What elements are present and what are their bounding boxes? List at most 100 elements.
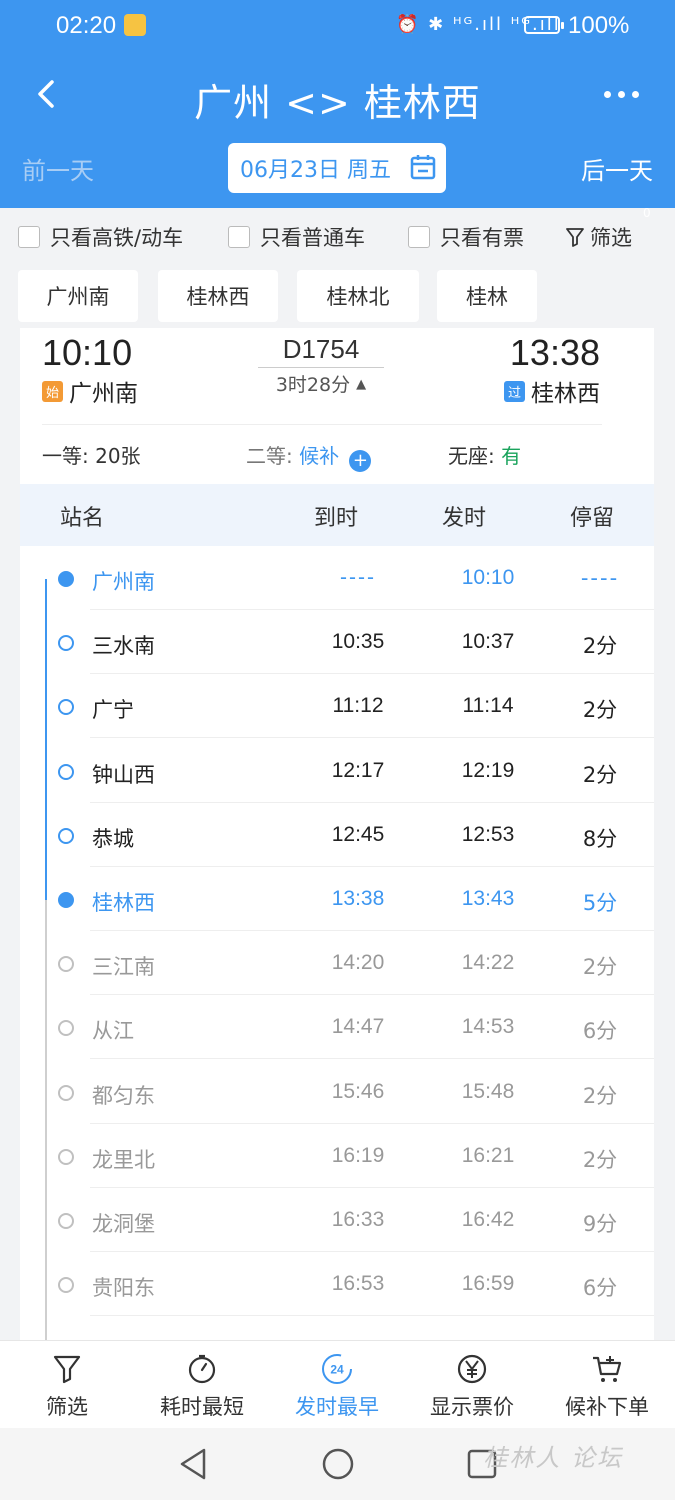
arrive-time: 15:46	[331, 1079, 385, 1103]
timetable-row: 三水南 10:35 10:37 2分	[20, 610, 654, 675]
arrive-time: 16:53	[331, 1272, 385, 1296]
back-triangle-icon[interactable]	[174, 1444, 214, 1484]
filter-button[interactable]: 筛选	[566, 222, 632, 252]
page-title: 广州 <> 桂林西	[194, 81, 481, 125]
arrival-station: 过 桂林西	[504, 374, 600, 408]
departure-time: 10:10	[42, 332, 133, 373]
timetable-row: 龙洞堡 16:33 16:42 9分	[20, 1188, 654, 1252]
station-tab[interactable]: 广州南	[18, 270, 138, 322]
only-regular-label: 只看普通车	[260, 226, 365, 250]
first-class-value: 20张	[95, 444, 141, 468]
filter-tab[interactable]: 筛选	[2, 1351, 132, 1421]
more-dot-icon	[631, 90, 639, 98]
stop-duration: 5分	[582, 891, 618, 915]
route-dot-icon	[58, 827, 74, 844]
route-dot-icon	[58, 571, 74, 587]
no-seat-value: 有	[501, 444, 522, 468]
arrive-time: 12:45	[331, 822, 385, 846]
arrive-time: 11:12	[332, 694, 384, 718]
route-line-remaining	[45, 900, 47, 1340]
second-class-label: 二等:	[246, 444, 293, 468]
departure-station: 始 广州南	[42, 374, 138, 408]
station-name: 三水南	[92, 634, 155, 659]
nav-bar: 广州 <> 桂林西	[0, 64, 675, 125]
waitlist-tab[interactable]: 候补下单	[542, 1351, 672, 1421]
timetable: 广州南 ---- 10:10 ---- 三水南 10:35 10:37 2分 广宁 11:12 11…	[20, 546, 654, 1340]
timetable-header: 站名 到时 发时 停留	[20, 484, 654, 546]
station-tab[interactable]: 桂林西	[158, 270, 278, 322]
depart-time: 14:22	[461, 951, 515, 975]
stop-duration: ----	[580, 566, 620, 590]
depart-time: 12:53	[461, 822, 515, 846]
clock-24-icon: 24	[322, 1354, 352, 1384]
only-available-label: 只看有票	[440, 226, 524, 250]
arrive-time: 16:19	[331, 1143, 385, 1167]
station-tab[interactable]: 桂林	[437, 270, 537, 322]
timetable-row: 广宁 11:12 11:14 2分	[20, 674, 654, 739]
station-name: 广宁	[92, 698, 134, 723]
divider	[42, 424, 602, 425]
shortest-tab[interactable]: 耗时最短	[137, 1351, 267, 1421]
shortest-tab-label: 耗时最短	[160, 1395, 244, 1419]
depart-time: 12:19	[461, 758, 515, 782]
bottom-bar: 筛选 耗时最短 24 发时最早 显示票价 候补下单	[0, 1340, 675, 1428]
stop-duration: 2分	[582, 1147, 618, 1172]
stop-duration: 9分	[582, 1212, 618, 1236]
route-dot-icon	[58, 1084, 74, 1101]
route-dot-icon	[58, 892, 74, 908]
route-dot-icon	[58, 699, 74, 716]
stop-duration: 8分	[582, 826, 618, 851]
show-price-tab[interactable]: 显示票价	[407, 1351, 537, 1421]
status-bar: 02:20 ⏰ ✱ ᴴᴳ.ıll ᴴᴳ.ıll 100%	[0, 8, 675, 44]
filter-tab-label: 筛选	[46, 1395, 88, 1419]
arrive-time: 14:20	[331, 951, 385, 975]
filter-label: 筛选	[590, 226, 632, 250]
station-name: 桂林西	[92, 891, 155, 915]
add-waitlist-icon[interactable]: +	[349, 449, 372, 472]
more-button[interactable]	[597, 70, 645, 118]
train-number: D1754	[258, 334, 384, 368]
origin-tag: 始	[42, 380, 63, 402]
more-dot-icon	[603, 90, 611, 98]
clock-24-text: 24	[330, 1363, 344, 1377]
timetable-row: 三江南 14:20 14:22 2分	[20, 931, 654, 996]
station-name: 都匀东	[92, 1083, 155, 1108]
battery-icon	[524, 16, 564, 34]
only-available-checkbox[interactable]: 只看有票	[408, 222, 524, 252]
row-divider	[90, 1315, 654, 1317]
stop-duration: 2分	[582, 634, 618, 659]
timer-icon	[188, 1354, 216, 1384]
stop-duration: 2分	[582, 955, 618, 980]
stop-duration: 6分	[582, 1019, 618, 1044]
arrive-time: 12:17	[331, 758, 385, 782]
only-high-speed-checkbox[interactable]: 只看高铁/动车	[18, 222, 183, 252]
earliest-tab[interactable]: 24 发时最早	[272, 1351, 402, 1421]
timetable-row: 恭城 12:45 12:53 8分	[20, 803, 654, 867]
depart-time: 15:48	[461, 1079, 515, 1103]
route-dot-icon	[58, 635, 74, 652]
prev-day-button[interactable]: 前一天	[22, 151, 94, 186]
station-tab[interactable]: 桂林北	[297, 270, 419, 322]
depart-time: 10:37	[461, 630, 515, 654]
timetable-row: 贵阳东 16:53 16:59 6分	[20, 1252, 654, 1317]
next-day-button[interactable]: 后一天	[581, 151, 653, 186]
station-name: 恭城	[92, 826, 134, 851]
stop-duration: 6分	[582, 1276, 618, 1301]
more-dot-icon	[617, 90, 625, 98]
station-name: 三江南	[92, 955, 155, 980]
watermark: 桂林人 论坛	[483, 1444, 623, 1472]
timetable-row: 都匀东 15:46 15:48 2分	[20, 1060, 654, 1124]
arrive-time: 16:33	[331, 1208, 385, 1231]
arrive-time: 14:47	[331, 1015, 385, 1039]
date-label: 06月23日 周五	[240, 158, 391, 183]
date-picker-button[interactable]: 06月23日 周五	[228, 143, 446, 193]
route-dot-icon	[58, 1020, 74, 1037]
home-circle-icon[interactable]	[318, 1444, 358, 1484]
filter-count-badge: 0	[643, 206, 651, 220]
arrive-time: ----	[340, 566, 376, 589]
duration-toggle[interactable]: 3时28分 ▲	[258, 370, 384, 397]
only-regular-checkbox[interactable]: 只看普通车	[228, 222, 365, 252]
depart-time: 16:42	[461, 1208, 515, 1231]
header-arrive: 到时	[314, 506, 359, 531]
station-tabs: 广州南 桂林西 桂林北 桂林	[0, 270, 675, 322]
